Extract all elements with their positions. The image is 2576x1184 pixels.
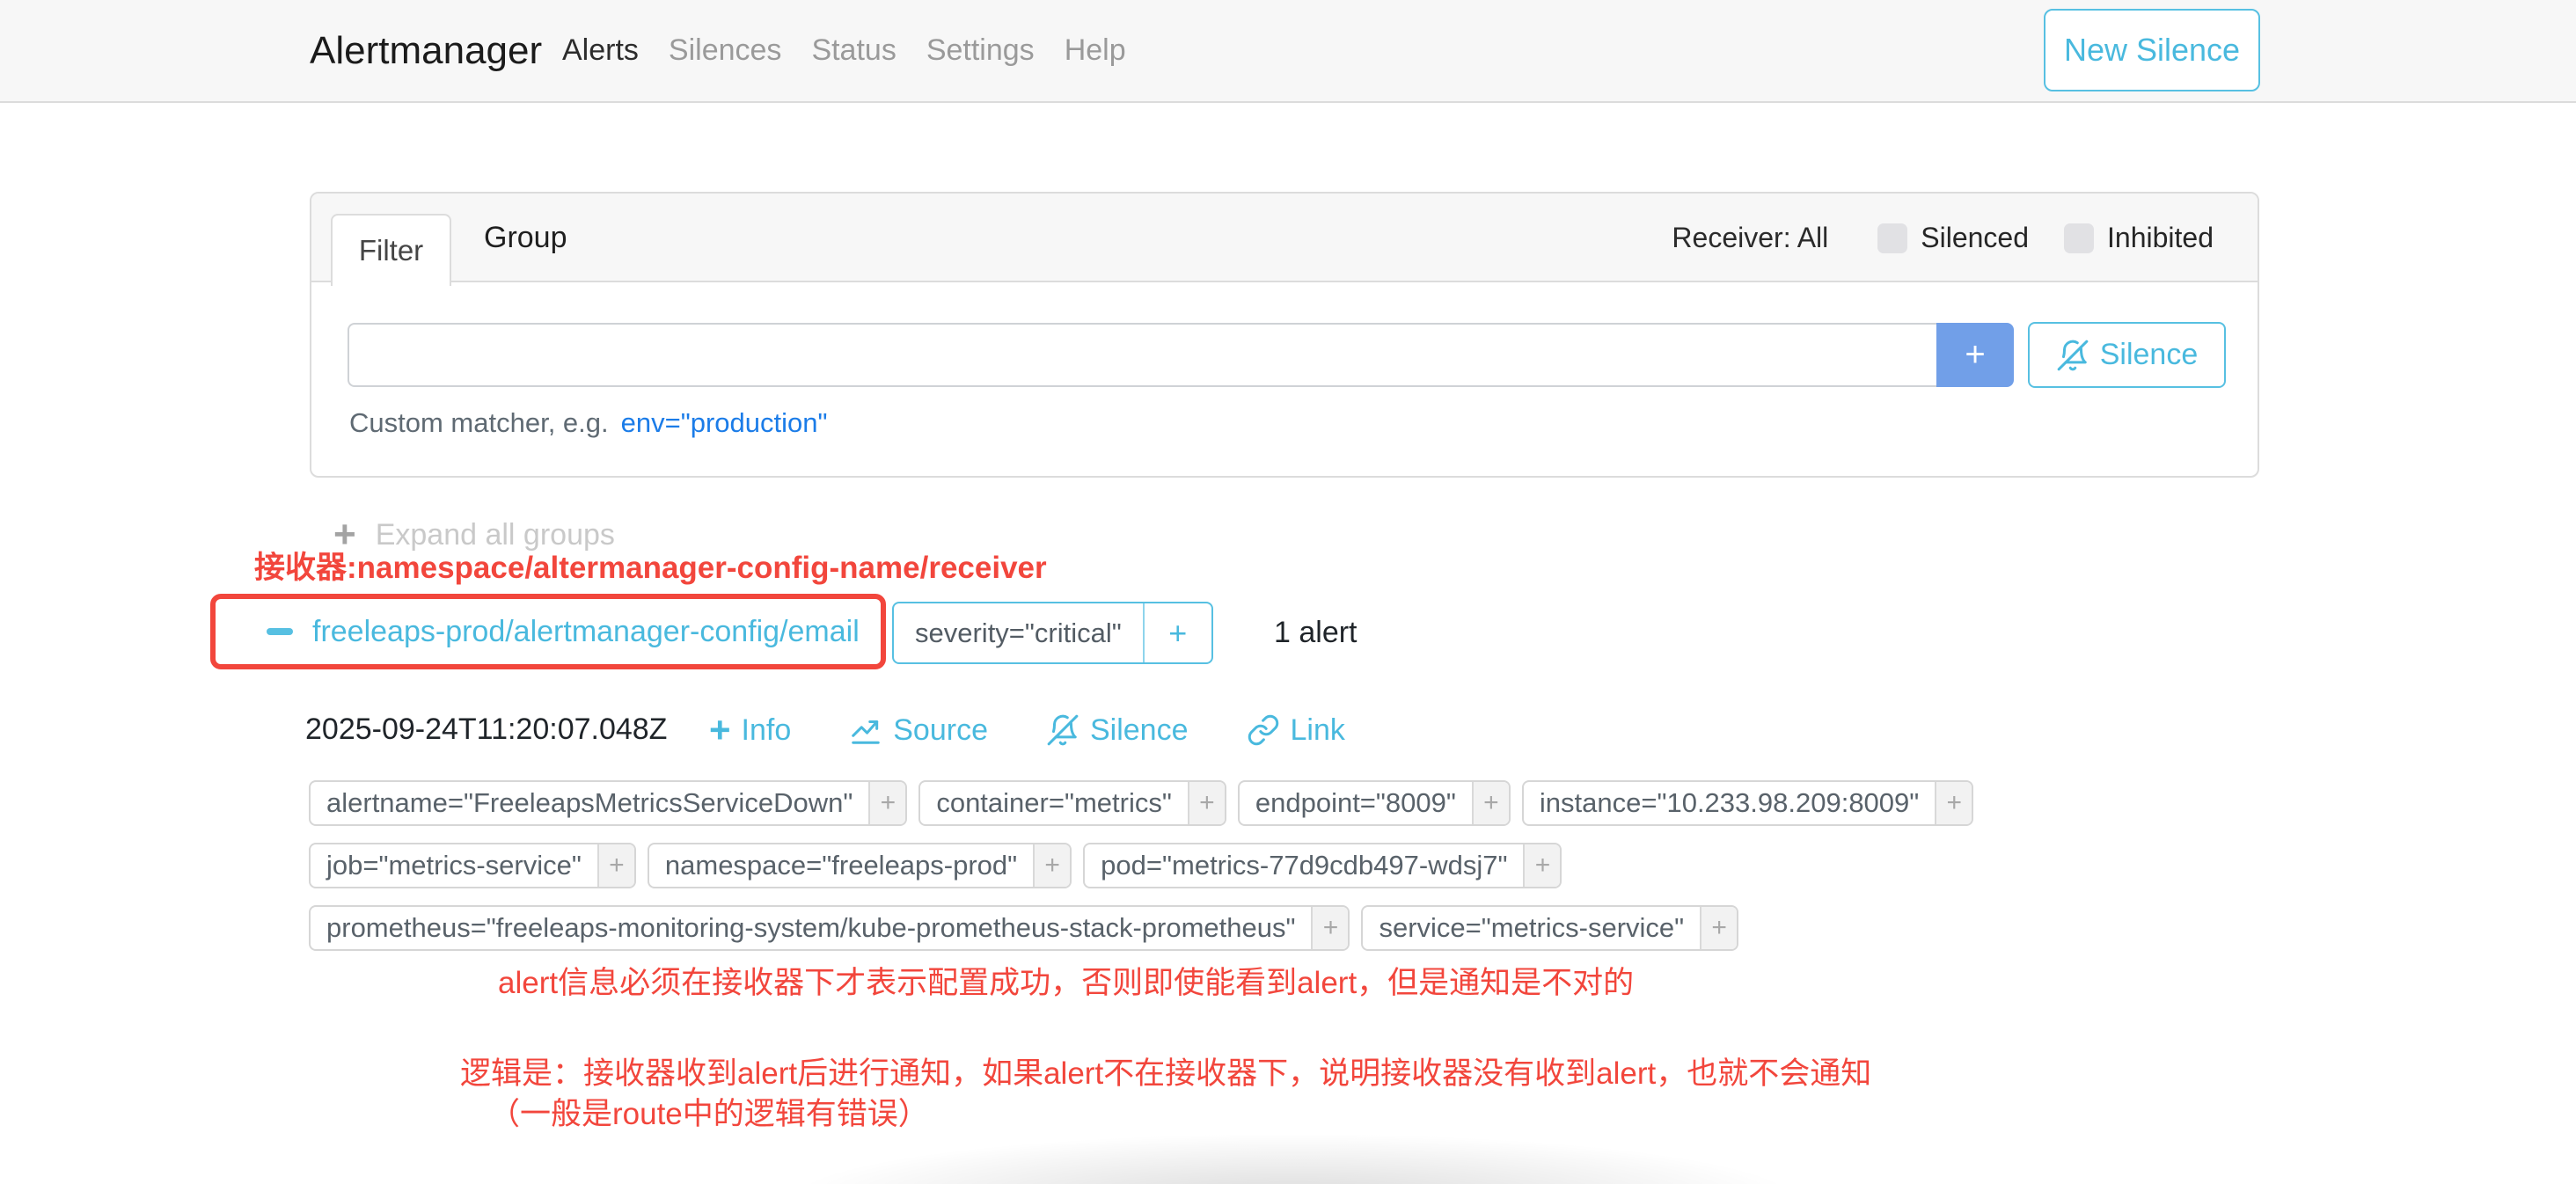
nav-links: Alerts Silences Status Settings Help	[562, 0, 1126, 101]
label-add-button[interactable]: +	[1311, 907, 1348, 949]
group-matcher-chip: severity="critical" +	[892, 602, 1213, 664]
link-label: Link	[1291, 713, 1345, 748]
alert-group-link[interactable]: freeleaps-prod/alertmanager-config/email	[312, 615, 860, 649]
navbar: Alertmanager Alerts Silences Status Sett…	[0, 0, 2576, 103]
add-matcher-button[interactable]: +	[1936, 323, 2014, 387]
group-matcher-label[interactable]: severity="critical"	[894, 603, 1143, 662]
source-label: Source	[893, 713, 988, 748]
app-brand[interactable]: Alertmanager	[310, 0, 542, 101]
label-chip: service="metrics-service" +	[1361, 905, 1738, 951]
receiver-dropdown[interactable]: Receiver: All	[1672, 222, 1828, 254]
filter-panel-header: Filter Group Receiver: All Silenced Inhi…	[311, 194, 2258, 282]
matcher-input[interactable]	[348, 323, 1936, 387]
receiver-annotation: 接收器:namespace/altermanager-config-name/r…	[254, 543, 1047, 588]
new-silence-button[interactable]: New Silence	[2044, 9, 2260, 91]
label-value: instance="10.233.98.209:8009"	[1524, 782, 1935, 824]
label-chip: namespace="freeleaps-prod" +	[648, 843, 1072, 888]
alert-timestamp: 2025-09-24T11:20:07.048Z	[305, 713, 667, 747]
alert-info-link[interactable]: + Info	[709, 712, 791, 749]
label-add-button[interactable]: +	[1523, 844, 1560, 887]
silence-label: Silence	[1090, 713, 1189, 748]
label-chip: instance="10.233.98.209:8009" +	[1522, 780, 1973, 826]
hint-example-link[interactable]: env="production"	[621, 407, 828, 438]
label-value: job="metrics-service"	[311, 844, 597, 887]
filter-options: Receiver: All Silenced Inhibited	[1672, 194, 2214, 282]
tab-group[interactable]: Group	[468, 194, 583, 282]
annotation-note-2: 逻辑是：接收器收到alert后进行通知，如果alert不在接收器下，说明接收器没…	[460, 1049, 1871, 1093]
info-label: Info	[742, 713, 792, 748]
inhibited-checkbox[interactable]	[2064, 223, 2094, 253]
label-add-button[interactable]: +	[1935, 782, 1972, 824]
label-chip: job="metrics-service" +	[309, 843, 636, 888]
alert-labels-row: alertname="FreeleapsMetricsServiceDown" …	[309, 780, 1973, 826]
alert-labels-row: job="metrics-service" + namespace="freel…	[309, 843, 1562, 888]
plus-icon: +	[709, 712, 731, 749]
alert-labels-row: prometheus="freeleaps-monitoring-system/…	[309, 905, 1738, 951]
chart-line-icon	[849, 713, 882, 747]
alert-count: 1 alert	[1274, 602, 1358, 664]
filter-panel: Filter Group Receiver: All Silenced Inhi…	[310, 192, 2259, 478]
nav-item-alerts[interactable]: Alerts	[562, 33, 639, 68]
label-value: container="metrics"	[920, 782, 1188, 824]
hint-text: Custom matcher, e.g.	[349, 407, 609, 438]
annotation-note-1: alert信息必须在接收器下才表示配置成功，否则即使能看到alert，但是通知是…	[498, 958, 1634, 1003]
label-add-button[interactable]: +	[1033, 844, 1070, 887]
label-add-button[interactable]: +	[1700, 907, 1737, 949]
annotation-highlight-box: freeleaps-prod/alertmanager-config/email	[210, 594, 886, 669]
tab-filter[interactable]: Filter	[331, 214, 451, 286]
label-value: endpoint="8009"	[1240, 782, 1472, 824]
nav-item-help[interactable]: Help	[1065, 33, 1126, 68]
nav-item-silences[interactable]: Silences	[669, 33, 782, 68]
collapse-minus-icon[interactable]	[267, 628, 293, 635]
group-matcher-add-button[interactable]: +	[1143, 603, 1211, 662]
label-value: pod="metrics-77d9cdb497-wdsj7"	[1085, 844, 1523, 887]
silence-filter-label: Silence	[2100, 338, 2199, 372]
inhibited-label[interactable]: Inhibited	[2107, 222, 2214, 254]
silenced-checkbox[interactable]	[1877, 223, 1907, 253]
bell-slash-icon	[2056, 339, 2089, 372]
label-add-button[interactable]: +	[1188, 782, 1225, 824]
label-value: service="metrics-service"	[1363, 907, 1700, 949]
alert-silence-link[interactable]: Silence	[1046, 713, 1189, 748]
nav-item-status[interactable]: Status	[811, 33, 896, 68]
label-chip: pod="metrics-77d9cdb497-wdsj7" +	[1083, 843, 1562, 888]
alert-link-link[interactable]: Link	[1247, 713, 1345, 748]
label-chip: prometheus="freeleaps-monitoring-system/…	[309, 905, 1350, 951]
alert-source-link[interactable]: Source	[849, 713, 988, 748]
silence-filter-button[interactable]: Silence	[2028, 322, 2226, 388]
nav-item-settings[interactable]: Settings	[926, 33, 1035, 68]
link-icon	[1247, 713, 1280, 747]
label-value: namespace="freeleaps-prod"	[649, 844, 1033, 887]
label-value: prometheus="freeleaps-monitoring-system/…	[311, 907, 1311, 949]
label-add-button[interactable]: +	[597, 844, 634, 887]
silenced-label[interactable]: Silenced	[1921, 222, 2029, 254]
screenshot-edge-shadow	[581, 1110, 2006, 1184]
label-value: alertname="FreeleapsMetricsServiceDown"	[311, 782, 868, 824]
bell-slash-icon	[1046, 713, 1079, 747]
label-chip: alertname="FreeleapsMetricsServiceDown" …	[309, 780, 907, 826]
alert-actions: + Info Source Silence Link	[709, 707, 1345, 753]
label-chip: endpoint="8009" +	[1238, 780, 1511, 826]
label-chip: container="metrics" +	[918, 780, 1226, 826]
matcher-hint: Custom matcher, e.g. env="production"	[349, 407, 828, 439]
label-add-button[interactable]: +	[868, 782, 905, 824]
label-add-button[interactable]: +	[1472, 782, 1509, 824]
